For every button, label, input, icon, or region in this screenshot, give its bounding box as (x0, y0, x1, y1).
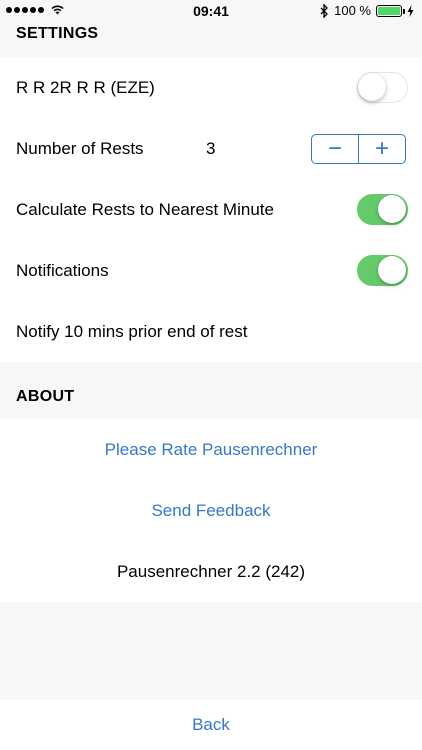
back-button[interactable]: Back (0, 700, 422, 750)
stepper-minus-button[interactable]: − (312, 135, 358, 163)
eze-label: R R 2R R R (EZE) (16, 77, 155, 97)
status-right: 100 % (320, 3, 414, 18)
status-bar: 09:41 100 % (0, 0, 422, 22)
charging-icon (407, 4, 414, 17)
stepper-plus-button[interactable]: + (358, 134, 405, 163)
battery-icon (376, 4, 405, 17)
rests-label: Number of Rests (16, 138, 144, 158)
version-row: Pausenrechner 2.2 (242) (0, 541, 422, 602)
rests-stepper: − + (311, 133, 406, 164)
about-group: Please Rate Pausenrechner Send Feedback … (0, 419, 422, 602)
settings-group: R R 2R R R (EZE) Number of Rests 3 − + C… (0, 57, 422, 362)
notifications-toggle[interactable] (357, 255, 408, 286)
battery-percent: 100 % (334, 3, 371, 18)
send-feedback-link[interactable]: Send Feedback (0, 480, 422, 541)
notify-row[interactable]: Notify 10 mins prior end of rest (0, 301, 422, 362)
bluetooth-icon (320, 3, 329, 18)
round-row: Calculate Rests to Nearest Minute (0, 179, 422, 240)
rate-app-label: Please Rate Pausenrechner (104, 439, 318, 459)
eze-toggle[interactable] (357, 72, 408, 103)
eze-row: R R 2R R R (EZE) (0, 57, 422, 118)
notifications-label: Notifications (16, 260, 109, 280)
notify-label: Notify 10 mins prior end of rest (16, 321, 248, 341)
round-toggle[interactable] (357, 194, 408, 225)
version-label: Pausenrechner 2.2 (242) (116, 561, 306, 581)
rate-app-link[interactable]: Please Rate Pausenrechner (0, 419, 422, 480)
about-header: ABOUT (16, 388, 75, 405)
notifications-row: Notifications (0, 240, 422, 301)
round-label: Calculate Rests to Nearest Minute (16, 199, 274, 219)
send-feedback-label: Send Feedback (151, 500, 271, 520)
rests-value: 3 (206, 138, 216, 158)
rests-row: Number of Rests 3 − + (0, 118, 422, 179)
settings-header: SETTINGS (16, 25, 99, 42)
back-label: Back (192, 715, 230, 734)
